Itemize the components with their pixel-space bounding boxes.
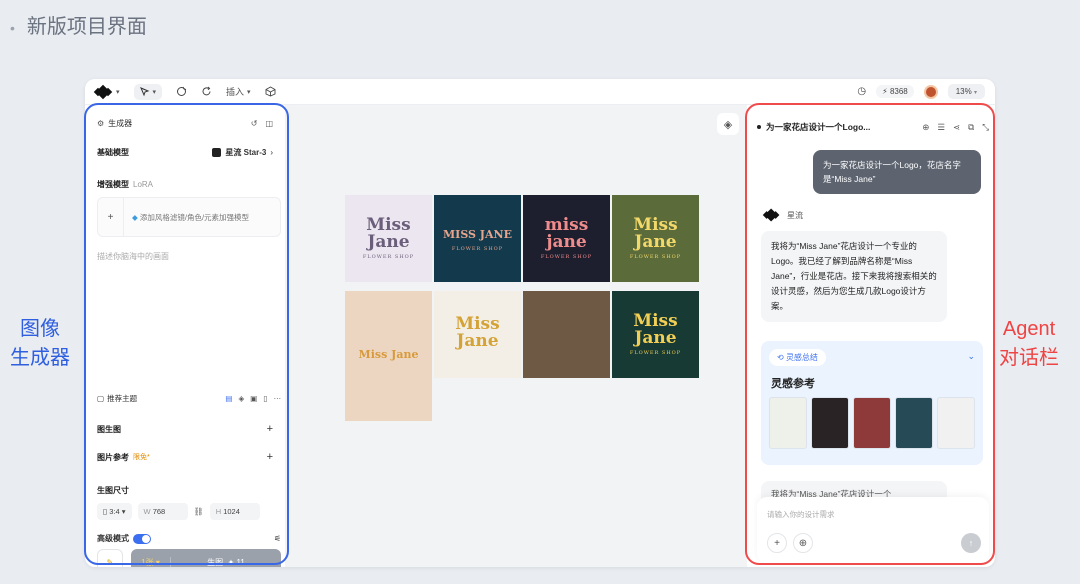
layers-icon: ◈ bbox=[723, 118, 733, 131]
label-image-generator-line1: 图像 bbox=[20, 318, 60, 340]
bullet: • bbox=[10, 19, 15, 36]
chevron-down-icon: ▾ bbox=[152, 88, 157, 96]
canvas-image-grid: Miss Jane FLOWER SHOP MISS JANE FLOWER SHOP m… bbox=[345, 195, 701, 423]
lightning-icon: ⚡ bbox=[882, 87, 888, 96]
app-logo-menu[interactable]: ▾ bbox=[93, 84, 120, 99]
insert-menu[interactable]: 插入 ▾ bbox=[226, 85, 251, 98]
label-image-generator-line2: 生成器 bbox=[10, 347, 70, 369]
logo-subtitle: FLOWER SHOP bbox=[540, 254, 593, 260]
logo-subtitle: FLOWER SHOP bbox=[629, 350, 682, 356]
canvas-image-6[interactable]: Miss Jane bbox=[434, 291, 521, 378]
logo-subtitle: FLOWER SHOP bbox=[629, 254, 682, 260]
layers-button[interactable]: ◈ bbox=[717, 113, 739, 135]
logo-line-2: Jane bbox=[456, 331, 499, 351]
logo-line-2: Jane bbox=[367, 232, 410, 252]
logo-icon bbox=[93, 84, 113, 99]
zoom-select[interactable]: 13% ▾ bbox=[947, 84, 985, 99]
canvas-image-5[interactable]: Miss Jane bbox=[345, 291, 432, 421]
label-agent-chat-line2: 对话栏 bbox=[999, 347, 1059, 369]
credits-badge[interactable]: ⚡ 8368 bbox=[876, 85, 914, 98]
logo-line-1: MISS JANE bbox=[443, 227, 512, 241]
slide-title: • 新版项目界面 bbox=[10, 10, 147, 39]
logo-line-2: Jane bbox=[634, 328, 677, 348]
insert-label: 插入 bbox=[226, 87, 245, 97]
history-icon[interactable]: ◷ bbox=[857, 86, 866, 97]
logo-line-2: Jane bbox=[634, 232, 677, 252]
logo-subtitle: FLOWER SHOP bbox=[451, 245, 504, 252]
sparkle-image-icon bbox=[177, 86, 187, 96]
logo-line-1: Miss Jane bbox=[358, 348, 419, 361]
chevron-down-icon: ▾ bbox=[247, 88, 251, 96]
canvas-image-7[interactable] bbox=[523, 291, 610, 378]
canvas-image-4[interactable]: Miss Jane FLOWER SHOP bbox=[612, 195, 699, 282]
cube-icon bbox=[265, 86, 276, 97]
chevron-down-icon: ▾ bbox=[116, 88, 120, 96]
canvas-image-8[interactable]: Miss Jane FLOWER SHOP bbox=[612, 291, 699, 378]
logo-subtitle: FLOWER SHOP bbox=[362, 254, 415, 260]
rotate-icon bbox=[202, 86, 211, 96]
image-generator-highlight bbox=[84, 103, 289, 565]
credits-value: 8368 bbox=[889, 87, 908, 96]
label-image-generator: 图像 生成器 bbox=[10, 315, 70, 373]
zoom-value: 13% bbox=[955, 87, 972, 96]
ai-edit-tool[interactable] bbox=[176, 86, 187, 97]
label-agent-chat: Agent 对话栏 bbox=[999, 315, 1059, 373]
logo-line-2: jane bbox=[546, 232, 587, 252]
slide-title-text: 新版项目界面 bbox=[26, 16, 147, 38]
select-tool[interactable]: ▾ bbox=[133, 83, 163, 100]
avatar[interactable] bbox=[923, 84, 938, 99]
agent-chat-highlight bbox=[745, 103, 995, 565]
label-agent-chat-line1: Agent bbox=[1002, 318, 1056, 340]
chevron-down-icon: ▾ bbox=[973, 90, 977, 96]
canvas-image-3[interactable]: miss jane FLOWER SHOP bbox=[523, 195, 610, 282]
canvas-image-1[interactable]: Miss Jane FLOWER SHOP bbox=[345, 195, 432, 282]
3d-tool[interactable] bbox=[265, 86, 276, 97]
canvas-image-2[interactable]: MISS JANE FLOWER SHOP bbox=[434, 195, 521, 282]
toolbar: ▾ ▾ 插入 ▾ ◷ ⚡ 8368 13% ▾ bbox=[85, 79, 995, 105]
refresh-tool[interactable] bbox=[201, 86, 212, 97]
cursor-icon bbox=[139, 86, 149, 96]
